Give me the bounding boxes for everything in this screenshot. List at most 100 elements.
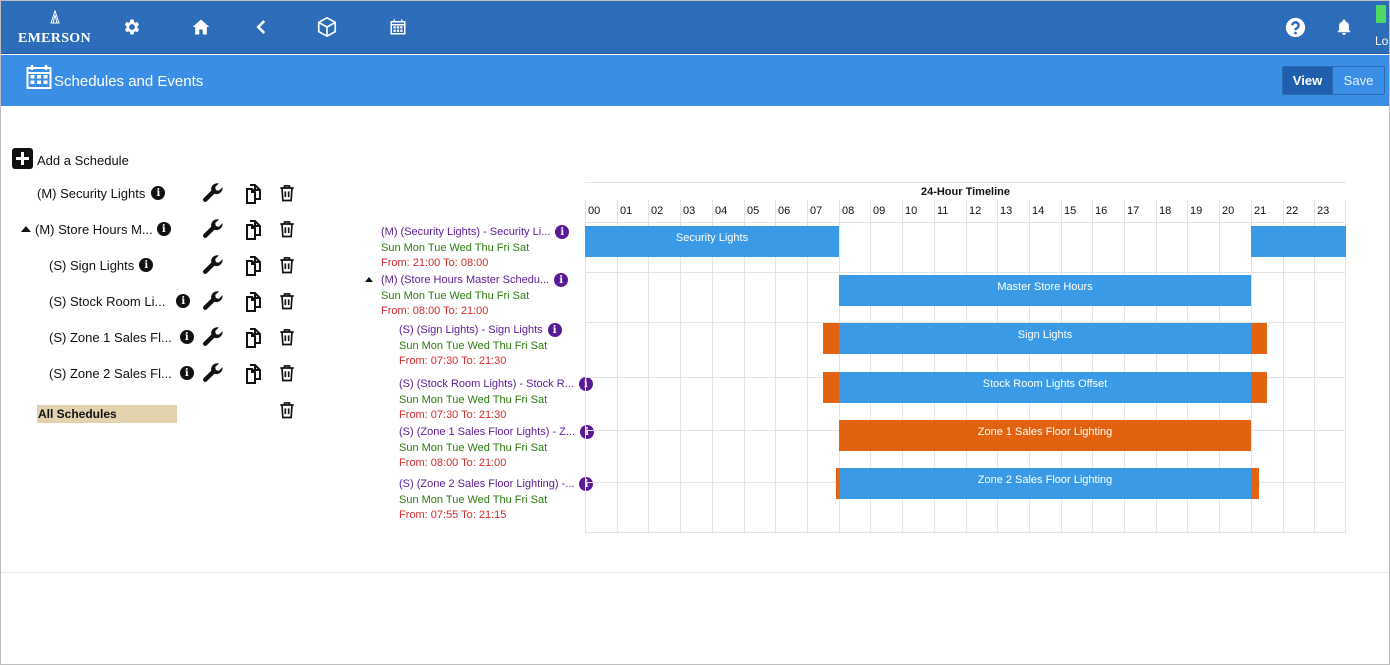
schedule-item-zone2[interactable]: (S) Zone 2 Sales Fl... i (49, 359, 194, 387)
copy-icon[interactable] (238, 252, 264, 278)
wrench-icon[interactable] (200, 216, 226, 242)
wrench-icon[interactable] (200, 180, 226, 206)
collapse-caret-icon[interactable] (21, 226, 31, 232)
cube-icon[interactable] (316, 16, 338, 38)
schedule-bar[interactable] (1251, 468, 1259, 499)
trash-icon[interactable] (274, 324, 300, 350)
wrench-icon[interactable] (200, 324, 226, 350)
timeline-title: 24-Hour Timeline (920, 186, 1011, 198)
row-time: From: 07:55 To: 21:15 (399, 509, 507, 521)
user-menu[interactable]: Lo (1375, 34, 1388, 48)
schedule-item-zone1[interactable]: (S) Zone 1 Sales Fl... i (49, 323, 194, 351)
hour-label: 22 (1286, 205, 1299, 217)
row-title[interactable]: (S) (Zone 2 Sales Floor Lighting) -... i (399, 477, 594, 491)
wrench-icon[interactable] (200, 252, 226, 278)
row-title-text: (S) (Sign Lights) - Sign Lights (399, 323, 543, 336)
save-button[interactable]: Save (1332, 67, 1384, 94)
view-save-toggle: View Save (1282, 66, 1385, 95)
hour-label: 03 (683, 205, 696, 217)
schedule-item-store-hours[interactable]: (M) Store Hours M... i (21, 215, 171, 243)
trash-icon[interactable] (274, 180, 300, 206)
bell-icon[interactable] (1333, 16, 1355, 38)
hour-label: 14 (1032, 205, 1045, 217)
row-days: Sun Mon Tue Wed Thu Fri Sat (399, 340, 548, 352)
trash-icon[interactable] (274, 216, 300, 242)
schedule-bar[interactable] (1251, 323, 1267, 354)
calendar-icon[interactable] (387, 16, 409, 38)
home-icon[interactable] (190, 16, 212, 38)
wrench-icon[interactable] (200, 288, 226, 314)
info-icon[interactable]: i (139, 258, 154, 272)
wrench-icon[interactable] (200, 360, 226, 386)
info-icon[interactable]: i (156, 222, 171, 236)
copy-icon[interactable] (238, 324, 264, 350)
plus-icon (12, 148, 33, 169)
status-indicator (1376, 5, 1386, 23)
trash-icon[interactable] (274, 252, 300, 278)
row-title-text: (S) (Stock Room Lights) - Stock R... (399, 377, 574, 390)
hour-label: 17 (1127, 205, 1140, 217)
schedule-item-label: (S) Zone 1 Sales Fl... (49, 329, 172, 345)
schedule-bar[interactable] (1251, 372, 1267, 403)
schedule-item-label: (S) Sign Lights (49, 257, 135, 273)
schedule-item-security-lights[interactable]: (M) Security Lights i (37, 179, 166, 207)
add-schedule-label: Add a Schedule (37, 153, 129, 168)
hour-label: 19 (1190, 205, 1203, 217)
view-button[interactable]: View (1283, 67, 1332, 94)
info-icon[interactable]: i (179, 366, 194, 380)
hour-label: 02 (651, 205, 664, 217)
schedule-bar[interactable]: Zone 1 Sales Floor Lighting (839, 420, 1251, 451)
schedule-bar[interactable] (1251, 226, 1346, 257)
schedule-bar[interactable]: Master Store Hours (839, 275, 1251, 306)
row-time: From: 08:00 To: 21:00 (399, 457, 507, 469)
schedule-bar[interactable]: Sign Lights (839, 323, 1251, 354)
hour-label: 05 (747, 205, 760, 217)
info-icon[interactable]: i (176, 294, 191, 308)
info-icon[interactable]: i (151, 186, 166, 200)
hour-label: 21 (1254, 205, 1267, 217)
schedule-bar[interactable] (823, 323, 839, 354)
schedule-item-label: (M) Store Hours M... (35, 221, 153, 237)
row-title[interactable]: (M) (Security Lights) - Security Li... i (381, 225, 570, 239)
info-icon[interactable]: i (547, 323, 562, 337)
add-schedule-button[interactable]: Add a Schedule (12, 148, 129, 169)
schedule-bar[interactable]: Zone 2 Sales Floor Lighting (839, 468, 1251, 499)
trash-icon[interactable] (274, 288, 300, 314)
page-header: Schedules and Events (1, 55, 1389, 106)
trash-icon[interactable] (274, 360, 300, 386)
row-title-text: (M) (Security Lights) - Security Li... (381, 225, 551, 238)
schedule-bar[interactable]: Security Lights (585, 226, 839, 257)
row-title[interactable]: (S) (Stock Room Lights) - Stock R...i (399, 377, 593, 391)
row-title[interactable]: (M) (Store Hours Master Schedu... i (381, 273, 569, 287)
copy-icon[interactable] (238, 180, 264, 206)
row-title[interactable]: (S) (Sign Lights) - Sign Lights i (399, 323, 562, 337)
row-time: From: 07:30 To: 21:30 (399, 355, 507, 367)
schedule-item-label: (S) Zone 2 Sales Fl... (49, 365, 172, 381)
schedule-bar[interactable] (823, 372, 839, 403)
row-time: From: 21:00 To: 08:00 (381, 257, 489, 269)
row-days: Sun Mon Tue Wed Thu Fri Sat (399, 494, 548, 506)
info-icon[interactable]: i (555, 225, 570, 239)
info-icon[interactable]: i (179, 330, 194, 344)
schedule-item-sign-lights[interactable]: (S) Sign Lights i (49, 251, 154, 279)
schedule-bar[interactable]: Stock Room Lights Offset (839, 372, 1251, 403)
back-chevron-icon[interactable] (251, 16, 273, 38)
schedule-item-label: (S) Stock Room Li... (49, 293, 166, 309)
row-title[interactable]: (S) (Zone 1 Sales Floor Lights) - Z... i (399, 425, 595, 439)
row-time: From: 07:30 To: 21:30 (399, 409, 507, 421)
all-schedules-item[interactable]: All Schedules (37, 405, 177, 423)
copy-icon[interactable] (238, 216, 264, 242)
hour-label: 20 (1222, 205, 1235, 217)
help-icon[interactable] (1284, 16, 1306, 38)
copy-icon[interactable] (238, 288, 264, 314)
gear-icon[interactable] (121, 16, 143, 38)
collapse-caret-icon[interactable] (365, 277, 373, 282)
trash-icon[interactable] (274, 397, 300, 423)
top-bar: EMERSON Lo (1, 1, 1389, 54)
copy-icon[interactable] (238, 360, 264, 386)
schedule-item-label: (M) Security Lights (37, 185, 146, 201)
info-icon[interactable]: i (554, 273, 569, 287)
row-days: Sun Mon Tue Wed Thu Fri Sat (399, 394, 548, 406)
schedule-item-stock-room[interactable]: (S) Stock Room Li... i (49, 287, 191, 315)
row-title-text: (S) (Zone 1 Sales Floor Lights) - Z... (399, 425, 576, 438)
